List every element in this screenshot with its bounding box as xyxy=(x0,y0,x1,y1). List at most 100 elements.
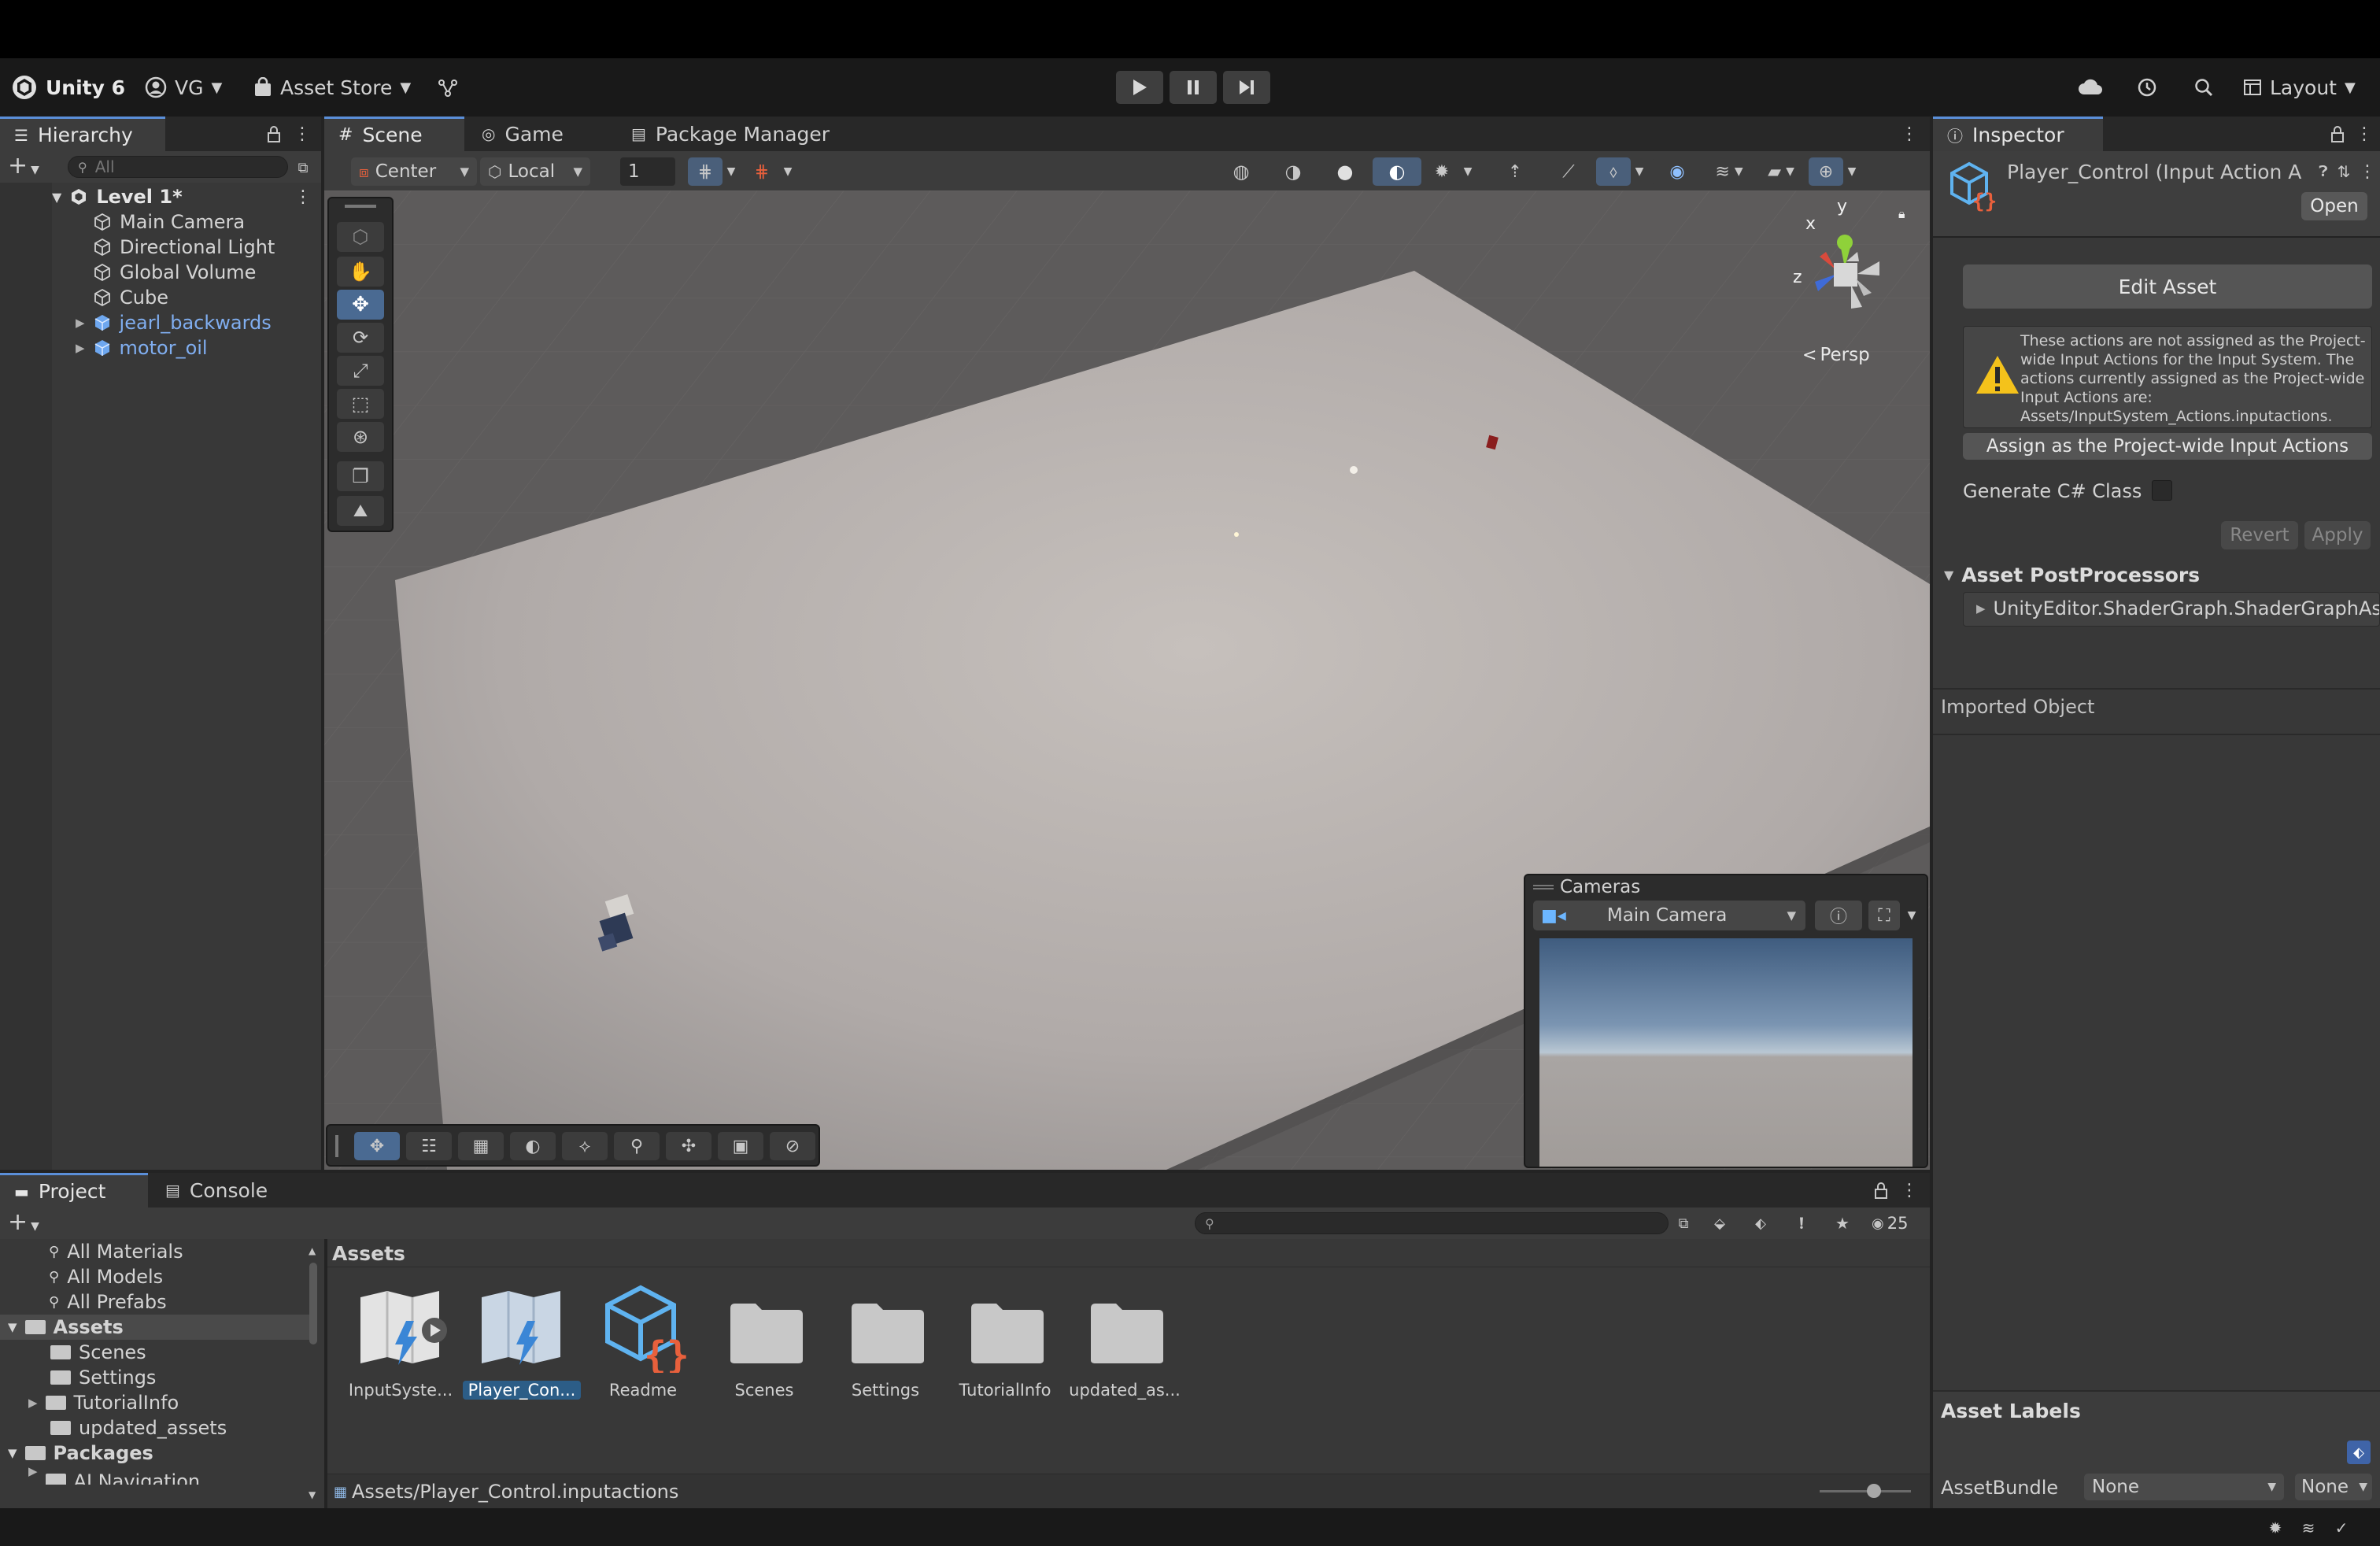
persp-toggle[interactable]: < Persp xyxy=(1802,345,1870,365)
folder-updated-assets[interactable]: updated_assets xyxy=(50,1415,227,1441)
tab-game[interactable]: ◎ Game xyxy=(468,117,578,151)
package-ai-navigation[interactable]: ▶ AI Navigation xyxy=(28,1464,200,1485)
wireframe-shading-icon[interactable]: ◑ xyxy=(1269,157,1318,186)
preset-icon[interactable]: ⇅ xyxy=(2334,162,2353,181)
overlay-camera-icon[interactable]: ▣ xyxy=(718,1132,763,1160)
asset-folder-updated-assets[interactable]: updated_as... xyxy=(1066,1285,1184,1418)
cloud-icon[interactable] xyxy=(2075,74,2106,101)
folder-tree-scrollbar[interactable]: ▲ ▼ xyxy=(307,1245,320,1502)
folder-tutorialinfo[interactable]: ▶ TutorialInfo xyxy=(28,1390,179,1415)
rect-tool-icon[interactable]: ⬚ xyxy=(337,389,384,419)
create-button[interactable]: + ▼ xyxy=(8,1211,39,1238)
camera-settings-icon[interactable]: ▰ ▼ xyxy=(1757,157,1805,186)
hidden-packages-toggle[interactable]: ◉ 25 xyxy=(1872,1212,1908,1234)
overlay-compass-icon[interactable]: ⊘ xyxy=(770,1132,815,1160)
overlay-pivot-icon[interactable]: ✣ xyxy=(666,1132,711,1160)
tab-scene[interactable]: # Scene xyxy=(324,117,464,151)
filter-label-icon[interactable]: ⬖ xyxy=(1749,1212,1772,1234)
folder-scenes[interactable]: Scenes xyxy=(50,1340,146,1365)
chevron-down-icon[interactable]: ▼ xyxy=(1459,157,1476,186)
audio-mute-icon[interactable]: ⇡ xyxy=(1491,157,1539,186)
asset-store-dropdown[interactable]: Asset Store ▼ xyxy=(253,74,411,101)
scroll-down-arrow[interactable]: ▼ xyxy=(309,1489,316,1500)
scene-visibility-icon[interactable]: ⬨ xyxy=(1596,157,1631,186)
help-icon[interactable]: ❓︎ xyxy=(2314,162,2333,181)
open-button[interactable]: Open xyxy=(2301,192,2367,220)
scene-root[interactable]: ▼ Level 1* ⋮ xyxy=(52,184,321,209)
asset-breadcrumb[interactable]: Assets xyxy=(332,1242,405,1265)
kebab-menu-icon[interactable]: ⋮ xyxy=(294,187,312,207)
scene-viewport[interactable]: ⬡ ✋ ✥ ⟳ ⤢ ⬚ ⊛ ❐ ⛰ y x z 🔒︎ < Persp ✥ ☷ ▦… xyxy=(324,190,1930,1170)
favorite-all-prefabs[interactable]: ⚲ All Prefabs xyxy=(49,1289,167,1315)
assetbundle-dropdown[interactable]: None ▼ xyxy=(2084,1474,2284,1500)
pivot-mode-dropdown[interactable]: ⧈ Center ▼ xyxy=(351,157,477,186)
transform-tool-icon[interactable]: ⊛ xyxy=(337,422,384,452)
rotate-tool-icon[interactable]: ⟳ xyxy=(337,323,384,353)
custom-tool-icon[interactable]: ❐ xyxy=(337,461,384,491)
space-mode-dropdown[interactable]: ⬡ Local ▼ xyxy=(480,157,590,186)
layers-icon[interactable]: ≋ ▼ xyxy=(1705,157,1754,186)
unity-logo[interactable]: Unity 6 xyxy=(11,74,125,101)
pause-button[interactable] xyxy=(1170,71,1217,104)
hand-tool-icon[interactable]: ✋ xyxy=(337,257,384,287)
overlay-move-icon[interactable]: ✥ xyxy=(354,1132,400,1160)
frame-camera-icon[interactable]: ⛶ xyxy=(1868,901,1900,930)
drag-handle[interactable] xyxy=(345,205,376,208)
slider-thumb[interactable] xyxy=(1867,1484,1881,1498)
kebab-menu-icon[interactable]: ⋮ xyxy=(1898,123,1920,145)
chevron-down-icon[interactable]: ▼ xyxy=(1843,157,1861,186)
filter-log-icon[interactable]: ❗︎ xyxy=(1790,1212,1813,1234)
overlay-align-icon[interactable]: ☷ xyxy=(406,1132,452,1160)
hierarchy-item-global-volume[interactable]: Global Volume xyxy=(93,260,256,285)
kebab-menu-icon[interactable]: ⋮ xyxy=(1898,1179,1920,1201)
info-icon[interactable]: ⓘ xyxy=(1815,901,1862,930)
hierarchy-item-jearl-backwards[interactable]: ▶ jearl_backwards xyxy=(76,310,272,335)
kebab-menu-icon[interactable]: ⋮ xyxy=(2353,123,2375,145)
grid-snap-toggle[interactable]: ⋕ xyxy=(688,157,722,186)
gizmos-icon[interactable]: ⊕ xyxy=(1809,157,1843,186)
scroll-thumb[interactable] xyxy=(309,1263,317,1344)
drag-handle[interactable] xyxy=(1533,885,1554,890)
chevron-down-icon[interactable]: ▼ xyxy=(1631,157,1648,186)
view-cube-icon[interactable]: ⬡ xyxy=(337,222,384,252)
overlay-lighting-icon[interactable]: ◐ xyxy=(510,1132,556,1160)
tab-project[interactable]: ▬ Project xyxy=(0,1173,148,1208)
search-scope-icon[interactable]: ⧉ xyxy=(1672,1212,1695,1234)
kebab-menu-icon[interactable]: ⋮ xyxy=(2358,162,2377,182)
layout-dropdown[interactable]: Layout ▼ xyxy=(2243,74,2356,101)
grid-visibility-toggle[interactable]: ⋕ xyxy=(745,157,779,186)
tab-package-manager[interactable]: ▤ Package Manager xyxy=(617,117,844,151)
lock-icon[interactable] xyxy=(263,123,285,145)
assetbundle-variant-dropdown[interactable]: None ▼ xyxy=(2295,1474,2372,1500)
scale-tool-icon[interactable]: ⤢ xyxy=(337,356,384,386)
orientation-gizmo[interactable]: y x z 🔒︎ xyxy=(1769,197,1927,354)
tab-hierarchy[interactable]: ☰ Hierarchy xyxy=(0,117,165,151)
asset-folder-scenes[interactable]: Scenes xyxy=(705,1285,823,1418)
assets-root-row[interactable]: ▼ Assets xyxy=(0,1315,315,1340)
effects-toggle-icon[interactable]: ⟋ xyxy=(1544,157,1593,186)
play-button[interactable] xyxy=(1116,71,1163,104)
chevron-down-icon[interactable]: ▼ xyxy=(779,157,796,186)
terrain-tool-icon[interactable]: ⛰ xyxy=(337,496,384,526)
move-tool-icon[interactable]: ✥ xyxy=(337,290,384,320)
create-button[interactable]: + ▼ xyxy=(8,154,39,182)
hierarchy-search[interactable]: ⚲ xyxy=(68,156,288,178)
tab-inspector[interactable]: ⓘ Inspector xyxy=(1933,117,2103,151)
camera-select-dropdown[interactable]: ■◂ Main Camera ▼ xyxy=(1533,901,1805,930)
overlay-search-icon[interactable]: ⚲ xyxy=(614,1132,660,1160)
hierarchy-search-input[interactable] xyxy=(93,157,270,177)
drag-handle[interactable] xyxy=(335,1135,338,1157)
project-search[interactable]: ⚲ xyxy=(1195,1212,1669,1234)
asset-player-control[interactable]: Player_Con... xyxy=(463,1285,581,1418)
database-icon[interactable]: ≋ xyxy=(2297,1516,2320,1540)
asset-readme[interactable]: {} Readme xyxy=(584,1285,702,1418)
hierarchy-item-cube[interactable]: Cube xyxy=(93,285,168,310)
edit-asset-button[interactable]: Edit Asset xyxy=(1963,264,2372,309)
postprocessor-item[interactable]: ▶ UnityEditor.ShaderGraph.ShaderGraphAss… xyxy=(1976,597,2379,620)
favorite-all-models[interactable]: ⚲ All Models xyxy=(49,1264,163,1289)
account-dropdown[interactable]: VG ▼ xyxy=(145,74,222,101)
history-icon[interactable] xyxy=(2131,74,2163,101)
step-button[interactable] xyxy=(1223,71,1270,104)
kebab-menu-icon[interactable]: ⋮ xyxy=(291,123,313,145)
generate-class-checkbox[interactable] xyxy=(2152,480,2172,501)
